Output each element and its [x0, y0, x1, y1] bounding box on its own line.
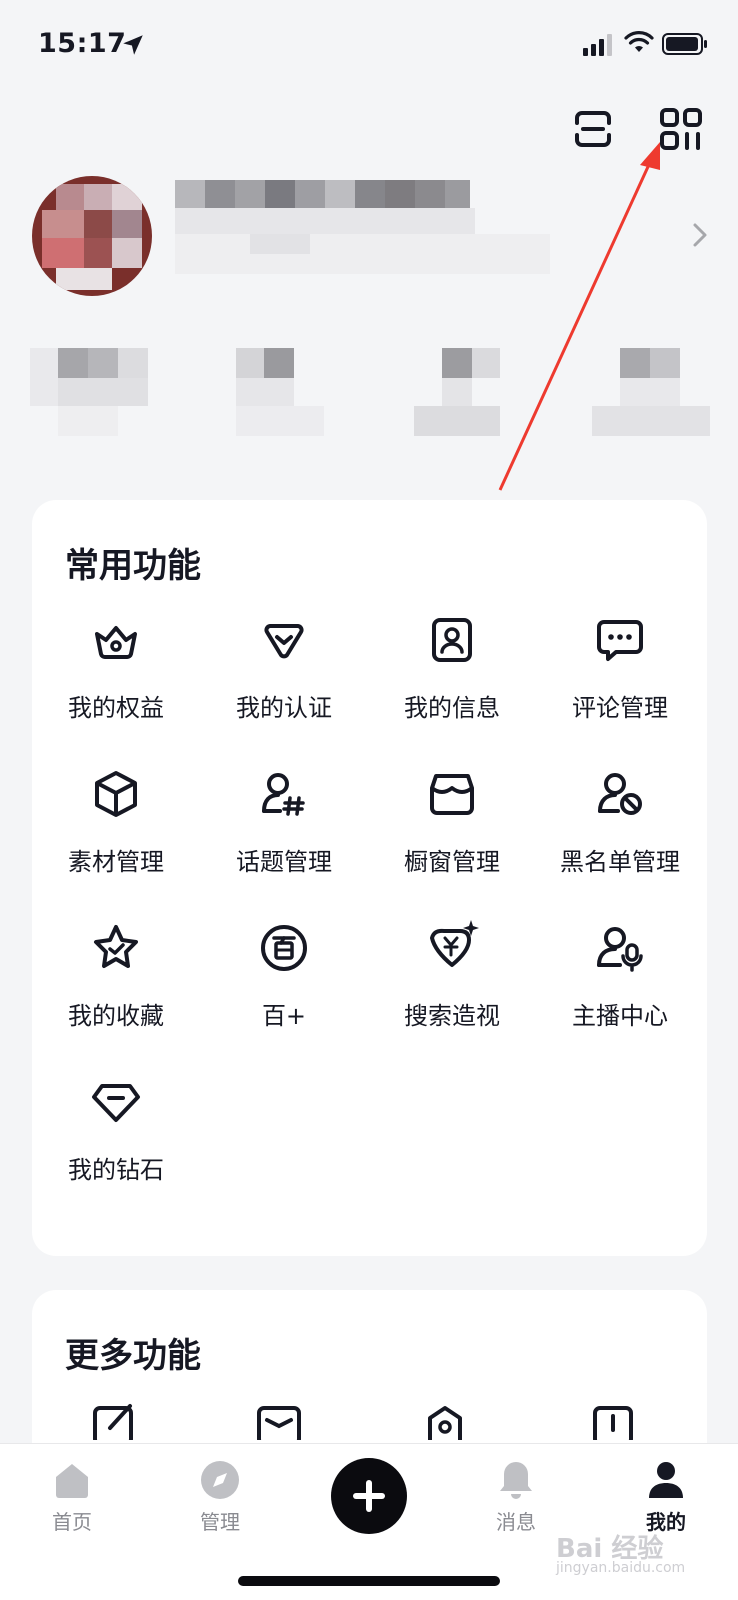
person-icon: [649, 1462, 683, 1498]
scan-icon[interactable]: [568, 104, 618, 154]
feature-label: 我的信息: [404, 694, 500, 722]
nav-label: 管理: [200, 1510, 240, 1534]
location-arrow-icon: [123, 35, 143, 55]
location-shield-icon[interactable]: [420, 1400, 470, 1440]
feature-label: 我的认证: [236, 694, 332, 722]
feature-anchor-center[interactable]: 主播中心: [536, 918, 704, 1058]
feature-label: 话题管理: [236, 848, 332, 876]
nav-manage[interactable]: 管理: [170, 1458, 270, 1538]
nav-me[interactable]: 我的: [616, 1458, 716, 1538]
bai-plus-icon: [261, 925, 307, 971]
feature-topic-management[interactable]: 话题管理: [200, 764, 368, 904]
feature-comment-management[interactable]: 评论管理: [536, 610, 704, 750]
status-time: 15:17: [38, 28, 127, 59]
home-icon: [56, 1464, 88, 1498]
topic-user-hash-icon: [262, 773, 305, 816]
chevron-right-icon[interactable]: [690, 222, 710, 248]
feature-label: 我的收藏: [68, 1002, 164, 1030]
feature-label: 主播中心: [572, 1002, 668, 1030]
feature-my-favorites[interactable]: 我的收藏: [32, 918, 200, 1058]
profile-info-blurred[interactable]: [0, 170, 738, 460]
comment-icon: [597, 620, 643, 661]
feature-label: 评论管理: [572, 694, 668, 722]
info-panel-icon[interactable]: [588, 1400, 638, 1440]
feature-showcase-management[interactable]: 橱窗管理: [368, 764, 536, 904]
feature-my-info[interactable]: 我的信息: [368, 610, 536, 750]
feature-label: 黑名单管理: [560, 848, 680, 876]
feature-label: 素材管理: [68, 848, 164, 876]
plus-icon: [353, 1480, 385, 1512]
diamond-icon: [92, 1084, 140, 1122]
cube-icon: [95, 771, 137, 817]
feature-search-insight[interactable]: 搜索造视: [368, 918, 536, 1058]
nav-messages[interactable]: 消息: [466, 1458, 566, 1538]
feature-my-verification[interactable]: 我的认证: [200, 610, 368, 750]
feature-my-benefits[interactable]: 我的权益: [32, 610, 200, 750]
common-features-title: 常用功能: [65, 546, 201, 586]
nav-label: 消息: [496, 1510, 536, 1534]
common-features-card: 常用功能 我的权益 我的认证 我的信息 评论管理 素材管理 话题管理 橱窗管理 …: [32, 500, 707, 1256]
feature-label: 橱窗管理: [404, 848, 500, 876]
yen-heart-sparkle-icon: [430, 920, 479, 967]
feature-material-management[interactable]: 素材管理: [32, 764, 200, 904]
edit-icon[interactable]: [90, 1400, 140, 1440]
feature-my-diamonds[interactable]: 我的钻石: [32, 1072, 200, 1212]
qr-code-icon[interactable]: [656, 104, 706, 154]
star-icon: [94, 925, 138, 968]
feature-label: 搜索造视: [404, 1002, 500, 1030]
more-features-title: 更多功能: [65, 1336, 201, 1376]
feature-label: 我的权益: [68, 694, 164, 722]
anchor-mic-icon: [597, 927, 643, 972]
storefront-icon: [430, 774, 474, 815]
mail-icon[interactable]: [254, 1400, 304, 1440]
feature-label: 我的钻石: [68, 1156, 164, 1184]
verified-badge-icon: [264, 624, 304, 659]
home-indicator[interactable]: [238, 1576, 500, 1586]
publish-button[interactable]: [331, 1458, 407, 1534]
feature-bai-plus[interactable]: 百+: [200, 918, 368, 1058]
feature-blacklist-management[interactable]: 黑名单管理: [536, 764, 704, 904]
status-bar: 15:17: [0, 0, 738, 90]
nav-home[interactable]: 首页: [22, 1458, 122, 1538]
profile-card-icon: [432, 618, 472, 662]
nav-label: 首页: [52, 1510, 92, 1534]
compass-icon: [201, 1461, 239, 1499]
bell-icon: [500, 1462, 532, 1499]
wifi-icon: [624, 31, 654, 52]
cellular-signal-icon: [583, 34, 612, 56]
profile-page: 15:17 常用功能 我的权益 我的认证 我的信息 评论管理 素材管理 话题管理…: [0, 0, 738, 1600]
block-user-icon: [598, 773, 642, 815]
battery-icon: [662, 33, 707, 55]
feature-label: 百+: [261, 1002, 307, 1030]
crown-icon: [95, 626, 137, 659]
watermark-url: jingyan.baidu.com: [556, 1560, 686, 1576]
